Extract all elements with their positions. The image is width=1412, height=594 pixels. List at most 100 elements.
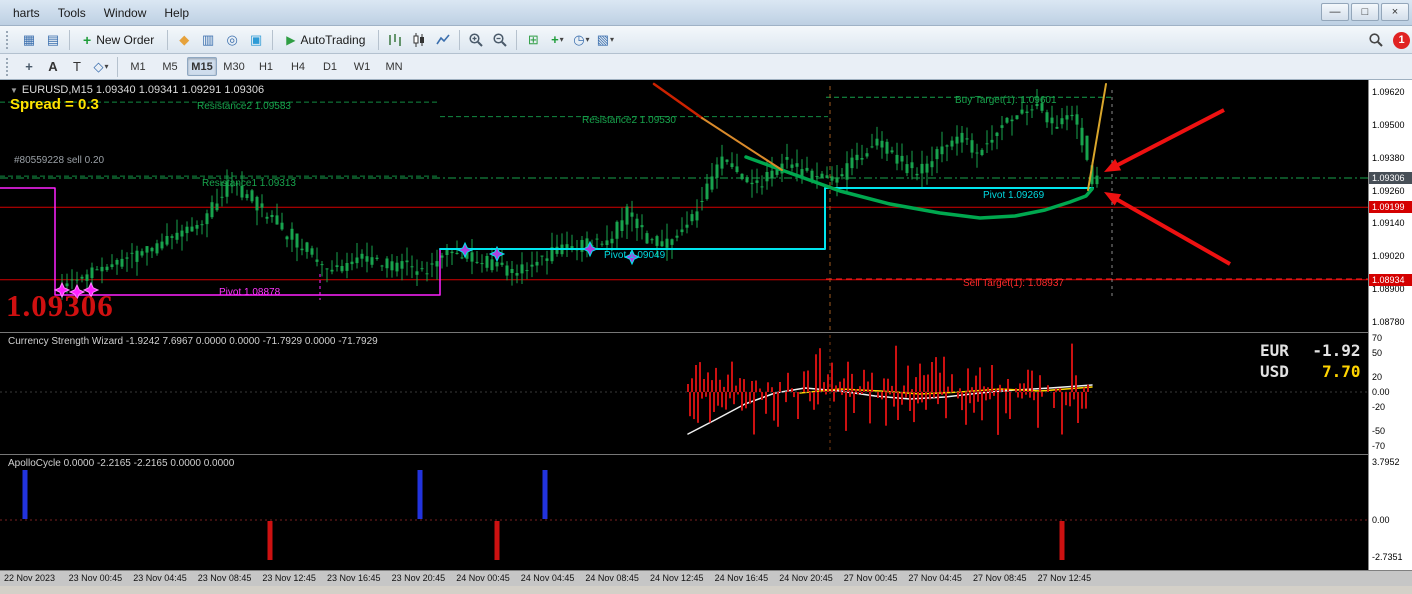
zoom-out-icon[interactable] [489,29,511,51]
toolbar-grip[interactable] [6,57,11,76]
chevron-down-icon: ▾ [610,35,615,44]
new-chart-icon[interactable]: ▦ [18,29,40,51]
close-button[interactable]: × [1381,3,1409,21]
timeframe-m30[interactable]: M30 [219,57,249,76]
time-axis-label: 24 Nov 16:45 [714,573,769,583]
eur-strength-row: EUR -1.92 [1260,341,1361,360]
price-tag: 1.09199 [1369,201,1412,214]
eur-label: EUR [1260,341,1289,360]
time-axis-label: 27 Nov 08:45 [973,573,1027,583]
horizontal-scrollbar[interactable] [0,586,1412,594]
usd-value: 7.70 [1322,362,1361,381]
tile-windows-icon[interactable]: ⊞ [522,29,544,51]
time-axis-label: 27 Nov 04:45 [908,573,962,583]
time-axis-label: 23 Nov 20:45 [391,573,446,583]
clock-icon: ◷ [573,31,585,47]
chart-canvas[interactable] [0,80,1368,570]
timeframe-h4[interactable]: H4 [283,57,313,76]
timeframe-mn[interactable]: MN [379,57,409,76]
pivot-low-label: Pivot 1.08878 [219,287,281,298]
timeframe-h1[interactable]: H1 [251,57,281,76]
notification-badge[interactable]: 1 [1393,31,1410,49]
time-axis-label: 24 Nov 08:45 [585,573,639,583]
resistance2-label-b: Resistance2 1.09530 [582,115,676,126]
time-axis-label: 23 Nov 12:45 [262,573,316,583]
indicator-axis-label: 0.00 [1372,387,1390,397]
pivot-high-label: Pivot 1.09269 [983,190,1045,201]
text-tool-icon[interactable]: T [66,56,88,78]
shapes-icon[interactable]: ◇ ▾ [90,56,112,78]
chevron-down-icon: ▾ [585,35,590,44]
toolbar-separator [459,29,461,50]
timeframe-m15[interactable]: M15 [187,57,217,76]
pivot-mid-label: Pivot 1.09049 [604,250,666,261]
price-axis-label: 1.08780 [1372,317,1405,327]
timeframe-d1[interactable]: D1 [315,57,345,76]
eur-value: -1.92 [1312,341,1361,360]
new-order-button[interactable]: + New Order [75,29,162,51]
restore-button[interactable]: □ [1351,3,1379,21]
apollo-indicator-header: ApolloCycle 0.0000 -2.2165 -2.2165 0.000… [8,458,235,469]
menu-item-help[interactable]: Help [155,3,198,23]
chevron-down-icon: ▾ [559,35,564,44]
usd-strength-row: USD 7.70 [1260,362,1361,381]
toolbar-grip[interactable] [6,30,11,49]
toolbar-separator [117,56,118,77]
toolbar-right-cluster: 1 [1364,29,1410,51]
search-icon[interactable] [1365,29,1387,51]
usd-label: USD [1260,362,1289,381]
menu-item-tools[interactable]: Tools [49,3,95,23]
text-label-icon[interactable]: A [42,56,64,78]
time-axis[interactable]: 22 Nov 2023 23 Nov 00:45 23 Nov 04:45 23 No… [0,570,1412,586]
symbol-ohlc-text: EURUSD,M15 1.09340 1.09341 1.09291 1.093… [21,84,265,96]
price-axis-label: 1.09020 [1372,251,1405,262]
timeframe-w1[interactable]: W1 [347,57,377,76]
periods-icon[interactable]: ◷ ▾ [570,29,592,51]
time-axis-label: 27 Nov 12:45 [1037,573,1092,583]
market-watch-icon[interactable]: ◆ [173,29,195,51]
csw-indicator-header: Currency Strength Wizard -1.9242 7.6967 … [8,336,378,347]
time-axis-label: 23 Nov 04:45 [133,573,187,583]
chart-profiles-icon[interactable]: ▤ [42,29,64,51]
data-window-icon[interactable]: ▥ [197,29,219,51]
toolbar-separator [378,29,380,50]
chart-symbol-ohlc: ▼ EURUSD,M15 1.09340 1.09341 1.09291 1.09… [10,84,264,96]
crosshair-icon[interactable]: + [18,56,40,78]
time-axis-label: 23 Nov 16:45 [327,573,381,583]
new-order-label: New Order [96,32,155,47]
bar-chart-icon[interactable] [384,29,406,51]
panel-separator[interactable] [0,332,1412,333]
collapse-icon[interactable]: ▼ [10,86,18,95]
play-icon: ▶ [286,32,296,47]
indicators-icon[interactable]: + ▾ [546,29,568,51]
toolbar-separator [167,29,169,50]
menu-item-window[interactable]: Window [95,3,156,23]
toolbar-separator [516,29,518,50]
price-tag: 1.08934 [1369,273,1412,286]
current-price-big: 1.09306 [6,288,114,323]
timeframe-m5[interactable]: M5 [155,57,185,76]
price-tag: 1.09306 [1369,171,1412,184]
autotrading-button[interactable]: ▶ AutoTrading [278,29,373,51]
resistance2-label-a: Resistance2 1.09583 [197,101,291,112]
line-chart-icon[interactable] [432,29,454,51]
zoom-in-icon[interactable] [465,29,487,51]
time-axis-label: 27 Nov 00:45 [843,573,898,583]
panel-separator[interactable] [0,454,1412,455]
price-axis[interactable]: 1.09620 1.09500 1.09380 1.09260 1.09140 1.090… [1368,80,1412,570]
menu-item-charts[interactable]: harts [4,3,49,23]
chevron-down-icon: ▾ [104,62,109,71]
timeframe-m1[interactable]: M1 [123,57,153,76]
price-axis-label: 1.09620 [1372,87,1405,97]
open-order-label: #80559228 sell 0.20 [14,155,105,166]
minimize-button[interactable]: — [1321,3,1349,21]
mt4-window: harts Tools Window Help — □ × ▦ ▤ + New … [0,0,1412,594]
navigator-icon[interactable]: ◎ [221,29,243,51]
candlestick-chart-icon[interactable] [408,29,430,51]
terminal-icon[interactable]: ▣ [245,29,267,51]
menu-bar: harts Tools Window Help — □ × [0,0,1412,26]
time-axis-label: 22 Nov 2023 [4,573,56,583]
sell-target-label: Sell Target(1): 1.08937 [963,278,1064,289]
indicator-axis-label: 3.7952 [1372,457,1400,467]
templates-icon[interactable]: ▧ ▾ [594,29,616,51]
